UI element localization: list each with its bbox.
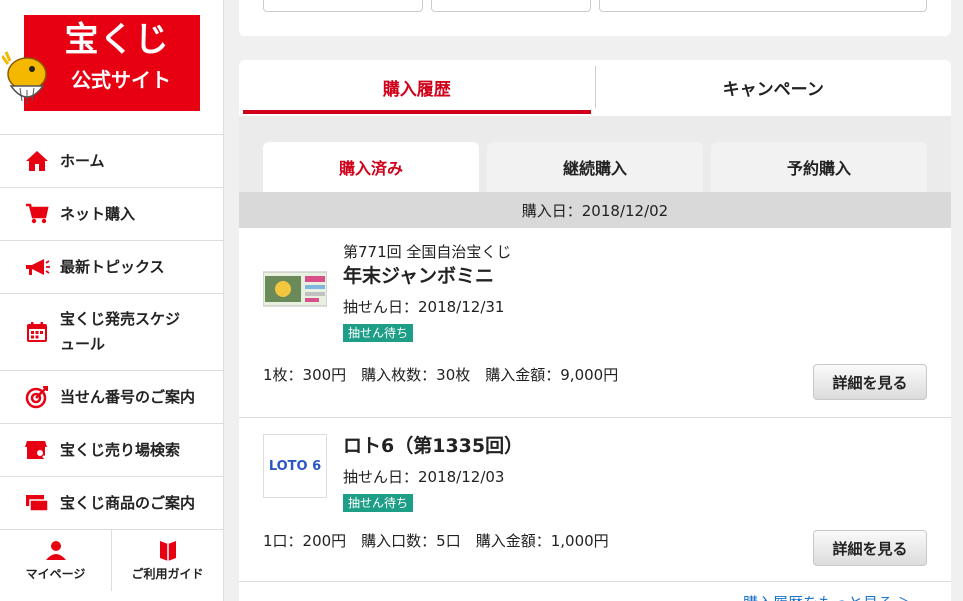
draw-date: 抽せん日：2018/12/03: [343, 468, 505, 486]
sidebar-bottom-links: マイページ ご利用ガイド: [0, 530, 223, 591]
subtab-continuous[interactable]: 継続購入: [487, 142, 703, 192]
lottery-name: 年末ジャンボミニ: [343, 265, 495, 287]
mascot-icon: [2, 51, 47, 104]
jumbo-mini-ticket-icon: [263, 271, 327, 307]
subtab-reserved[interactable]: 予約購入: [711, 142, 927, 192]
purchase-summary: 1口：200円 購入口数：5口 購入金額：1,000円: [263, 532, 609, 550]
subtabs: 購入済み 継続購入 予約購入: [239, 116, 951, 192]
calendar-icon: [24, 319, 50, 345]
cart-icon: [24, 201, 50, 227]
guide-label: ご利用ガイド: [131, 567, 204, 581]
sidebar-item-label: 最新トピックス: [60, 257, 165, 276]
top-field[interactable]: [599, 0, 927, 12]
sidebar: 宝くじ 公式サイト ホーム ネット購入 最新トピックス 宝くじ発売スケジュール …: [0, 0, 224, 601]
mypage-label: マイページ: [25, 567, 86, 581]
loto6-logo-icon: LOTO 6: [263, 434, 327, 498]
store-search-icon: [24, 437, 50, 463]
purchase-info: ロト6（第1335回） 抽せん日：2018/12/03 抽せん待ち: [343, 432, 523, 512]
sidebar-item-label: ネット購入: [60, 204, 136, 223]
sidebar-item-winning-numbers[interactable]: 当せん番号のご案内: [0, 371, 223, 424]
user-icon: [45, 541, 66, 560]
home-icon: [24, 148, 50, 174]
target-icon: [24, 384, 50, 410]
purchase-history-card: 購入履歴 キャンペーン 購入済み 継続購入 予約購入 購入日：2018/12/0…: [239, 60, 951, 601]
lottery-round: 第771回 全国自治宝くじ: [343, 243, 512, 261]
megaphone-icon: [24, 254, 50, 280]
logo-area: 宝くじ 公式サイト: [0, 0, 223, 135]
status-badge: 抽せん待ち: [343, 494, 414, 512]
main-tabs: 購入履歴 キャンペーン: [239, 60, 951, 114]
top-field[interactable]: [431, 0, 591, 12]
purchase-summary: 1枚：300円 購入枚数：30枚 購入金額：9,000円: [263, 366, 619, 384]
sidebar-item-topics[interactable]: 最新トピックス: [0, 241, 223, 294]
loto6-logo-text: LOTO 6: [268, 458, 322, 474]
top-field[interactable]: [263, 0, 423, 12]
sidebar-item-label: 当せん番号のご案内: [60, 387, 196, 406]
tab-campaign[interactable]: キャンペーン: [596, 60, 952, 114]
mypage-link[interactable]: マイページ: [0, 530, 111, 591]
draw-date: 抽せん日：2018/12/31: [343, 298, 505, 316]
tickets-icon: [24, 490, 50, 516]
sidebar-item-label: 宝くじ売り場検索: [60, 440, 181, 459]
view-detail-button[interactable]: 詳細を見る: [813, 364, 927, 400]
status-badge: 抽せん待ち: [343, 324, 414, 342]
sidebar-item-label: 宝くじ発売スケジュール: [60, 310, 181, 353]
purchase-item: LOTO 6 ロト6（第1335回） 抽せん日：2018/12/03 抽せん待ち…: [239, 418, 951, 582]
sidebar-item-label: ホーム: [60, 151, 105, 170]
tab-purchase-history[interactable]: 購入履歴: [239, 60, 595, 114]
purchase-date-header: 購入日：2018/12/02: [239, 192, 951, 228]
lottery-name: ロト6（第1335回）: [343, 435, 524, 457]
subtab-purchased[interactable]: 購入済み: [263, 142, 479, 192]
purchase-item: 第771回 全国自治宝くじ 年末ジャンボミニ 抽せん日：2018/12/31 抽…: [239, 228, 951, 418]
sidebar-item-store-search[interactable]: 宝くじ売り場検索: [0, 424, 223, 477]
more-history-link[interactable]: 購入履歴をもっと見る ＞: [743, 592, 913, 601]
sidebar-item-net-purchase[interactable]: ネット購入: [0, 188, 223, 241]
purchase-info: 第771回 全国自治宝くじ 年末ジャンボミニ 抽せん日：2018/12/31 抽…: [343, 242, 511, 342]
sidebar-item-schedule[interactable]: 宝くじ発売スケジュール: [0, 294, 223, 371]
view-detail-button[interactable]: 詳細を見る: [813, 530, 927, 566]
top-card: [239, 0, 951, 36]
sidebar-item-products[interactable]: 宝くじ商品のご案内: [0, 477, 223, 530]
sidebar-item-label: 宝くじ商品のご案内: [60, 493, 196, 512]
guide-book-icon: [159, 541, 176, 561]
sidebar-item-home[interactable]: ホーム: [0, 135, 223, 188]
guide-link[interactable]: ご利用ガイド: [111, 530, 223, 591]
